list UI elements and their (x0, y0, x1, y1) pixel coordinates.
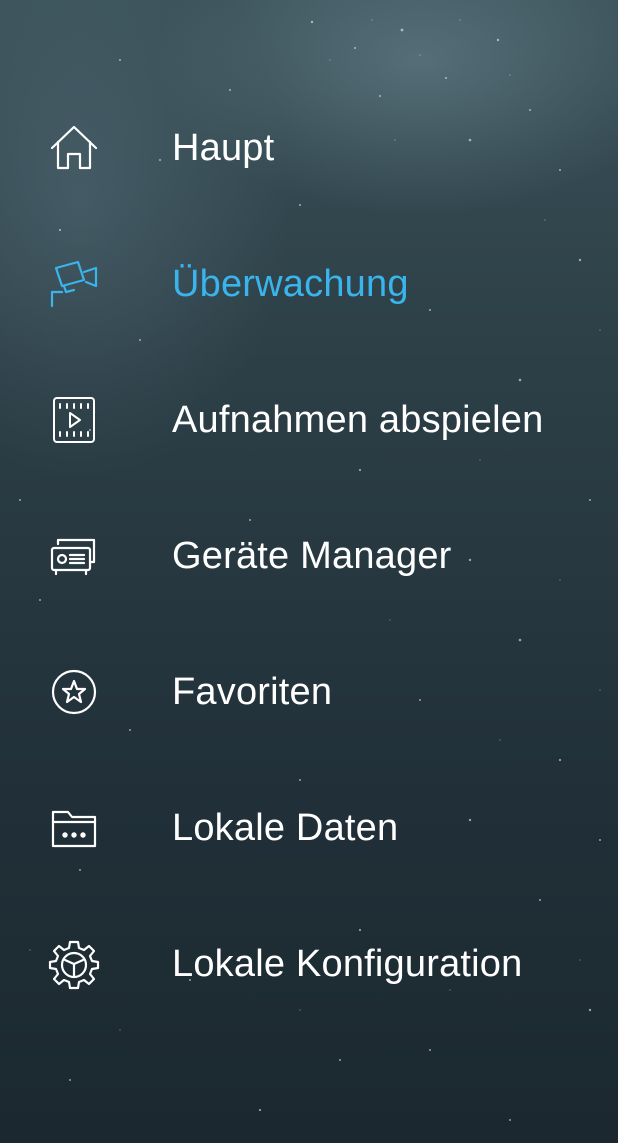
gear-icon (48, 938, 100, 990)
folder-icon (48, 802, 100, 854)
menu-item-label: Überwachung (172, 262, 409, 305)
menu-item-lokale-konfiguration[interactable]: Lokale Konfiguration (0, 896, 618, 1032)
menu-item-label: Geräte Manager (172, 534, 452, 577)
security-camera-icon (48, 258, 100, 310)
menu-item-ueberwachung[interactable]: Überwachung (0, 216, 618, 352)
menu-item-label: Favoriten (172, 670, 333, 713)
menu-item-label: Lokale Daten (172, 806, 399, 849)
menu-item-geraete-manager[interactable]: Geräte Manager (0, 488, 618, 624)
device-recorder-icon (48, 530, 100, 582)
star-circle-icon (48, 666, 100, 718)
drawer-menu: Haupt Überwachung Aufnahmen abspielen Ge… (0, 80, 618, 1032)
menu-item-favoriten[interactable]: Favoriten (0, 624, 618, 760)
menu-item-haupt[interactable]: Haupt (0, 80, 618, 216)
home-icon (48, 122, 100, 174)
menu-item-lokale-daten[interactable]: Lokale Daten (0, 760, 618, 896)
menu-item-label: Aufnahmen abspielen (172, 398, 544, 441)
menu-item-label: Lokale Konfiguration (172, 942, 523, 985)
video-playback-icon (48, 394, 100, 446)
navigation-drawer: Haupt Überwachung Aufnahmen abspielen Ge… (0, 0, 618, 1143)
menu-item-aufnahmen-abspielen[interactable]: Aufnahmen abspielen (0, 352, 618, 488)
menu-item-label: Haupt (172, 126, 275, 169)
